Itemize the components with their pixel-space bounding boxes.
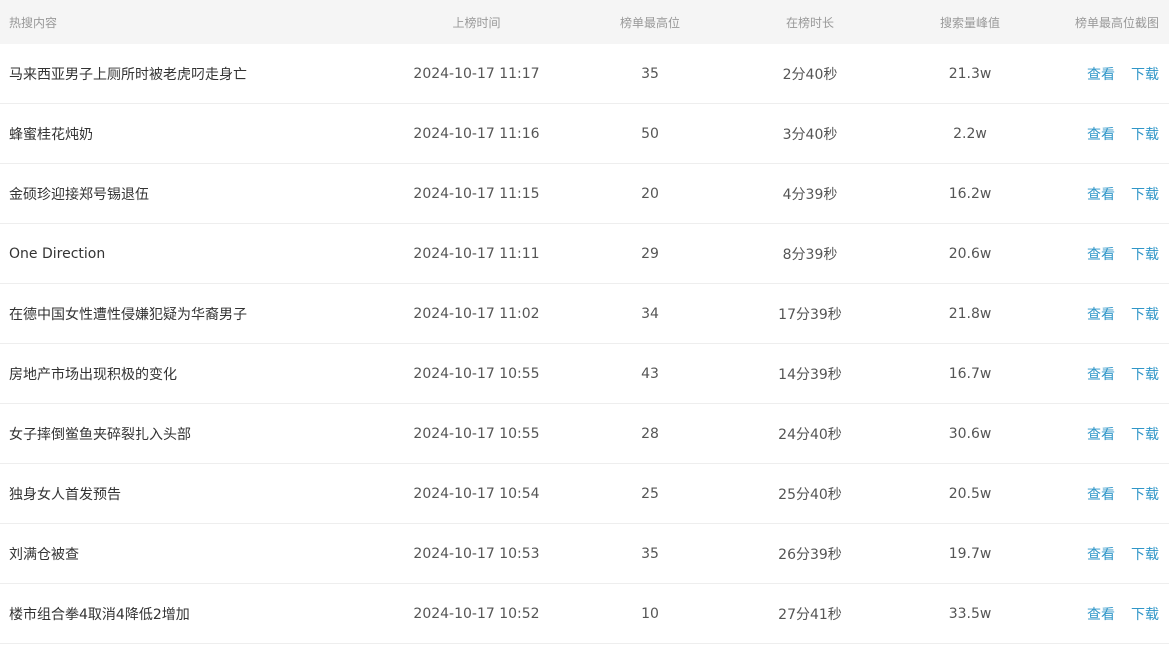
view-link[interactable]: 查看 — [1087, 427, 1115, 443]
view-link[interactable]: 查看 — [1087, 127, 1115, 143]
row-title: 在德中国女性遭性侵嫌犯疑为华裔男子 — [9, 306, 247, 323]
table-row: 蜂蜜桂花炖奶 2024-10-17 11:16 50 3分40秒 2.2w 查看… — [0, 104, 1169, 164]
view-link[interactable]: 查看 — [1087, 607, 1115, 623]
row-rank: 43 — [641, 365, 659, 382]
row-actions: 查看 下载 — [1050, 184, 1169, 204]
row-peak: 21.8w — [948, 305, 992, 322]
row-title: 马来西亚男子上厕所时被老虎叼走身亡 — [9, 66, 247, 83]
row-actions: 查看 下载 — [1050, 484, 1169, 504]
row-duration: 24分40秒 — [778, 426, 842, 443]
row-title: 独身女人首发预告 — [9, 486, 121, 503]
row-title: 房地产市场出现积极的变化 — [9, 366, 177, 383]
row-time: 2024-10-17 11:15 — [413, 185, 540, 202]
row-duration: 14分39秒 — [778, 366, 842, 383]
row-actions: 查看 下载 — [1050, 364, 1169, 384]
row-duration: 8分39秒 — [782, 246, 838, 263]
row-time: 2024-10-17 11:16 — [413, 125, 540, 142]
row-time: 2024-10-17 11:02 — [413, 305, 540, 322]
header-top-rank: 榜单最高位 — [619, 15, 680, 30]
row-time: 2024-10-17 10:55 — [413, 425, 540, 442]
table-row: One Direction 2024-10-17 11:11 29 8分39秒 … — [0, 224, 1169, 284]
header-duration: 在榜时长 — [785, 15, 834, 30]
header-title: 热搜内容 — [9, 15, 58, 30]
download-link[interactable]: 下载 — [1131, 307, 1159, 323]
row-time: 2024-10-17 10:53 — [413, 545, 540, 562]
row-peak: 16.2w — [948, 185, 992, 202]
table-row: 金硕珍迎接郑号锡退伍 2024-10-17 11:15 20 4分39秒 16.… — [0, 164, 1169, 224]
row-rank: 20 — [641, 185, 659, 202]
table-row: 房地产市场出现积极的变化 2024-10-17 10:55 43 14分39秒 … — [0, 344, 1169, 404]
download-link[interactable]: 下载 — [1131, 127, 1159, 143]
row-duration: 17分39秒 — [778, 306, 842, 323]
row-duration: 2分40秒 — [782, 66, 838, 83]
view-link[interactable]: 查看 — [1087, 307, 1115, 323]
table-row: 女子摔倒鲎鱼夹碎裂扎入头部 2024-10-17 10:55 28 24分40秒… — [0, 404, 1169, 464]
download-link[interactable]: 下载 — [1131, 367, 1159, 383]
table-row: 独身女人首发预告 2024-10-17 10:54 25 25分40秒 20.5… — [0, 464, 1169, 524]
view-link[interactable]: 查看 — [1087, 367, 1115, 383]
row-title: One Direction — [9, 245, 106, 262]
download-link[interactable]: 下载 — [1131, 247, 1159, 263]
row-time: 2024-10-17 11:17 — [413, 65, 540, 82]
table-row: 楼市组合拳4取消4降低2增加 2024-10-17 10:52 10 27分41… — [0, 584, 1169, 644]
row-peak: 20.6w — [948, 245, 992, 262]
download-link[interactable]: 下载 — [1131, 427, 1159, 443]
row-duration: 4分39秒 — [782, 186, 838, 203]
view-link[interactable]: 查看 — [1087, 247, 1115, 263]
header-peak: 搜索量峰值 — [939, 15, 1000, 30]
view-link[interactable]: 查看 — [1087, 187, 1115, 203]
view-link[interactable]: 查看 — [1087, 487, 1115, 503]
row-peak: 19.7w — [948, 545, 992, 562]
row-actions: 查看 下载 — [1050, 124, 1169, 144]
row-rank: 35 — [641, 545, 659, 562]
row-rank: 50 — [641, 125, 659, 142]
row-rank: 34 — [641, 305, 659, 322]
row-time: 2024-10-17 10:55 — [413, 365, 540, 382]
row-actions: 查看 下载 — [1050, 604, 1169, 624]
row-duration: 25分40秒 — [778, 486, 842, 503]
download-link[interactable]: 下载 — [1131, 487, 1159, 503]
view-link[interactable]: 查看 — [1087, 67, 1115, 83]
download-link[interactable]: 下载 — [1131, 67, 1159, 83]
table-header: 热搜内容 上榜时间 榜单最高位 在榜时长 搜索量峰值 榜单最高位截图 — [0, 0, 1169, 44]
row-rank: 10 — [641, 605, 659, 622]
row-duration: 27分41秒 — [778, 606, 842, 623]
row-peak: 2.2w — [953, 125, 987, 142]
download-link[interactable]: 下载 — [1131, 547, 1159, 563]
row-title: 金硕珍迎接郑号锡退伍 — [9, 186, 149, 203]
download-link[interactable]: 下载 — [1131, 607, 1159, 623]
row-rank: 35 — [641, 65, 659, 82]
table-row: 在德中国女性遭性侵嫌犯疑为华裔男子 2024-10-17 11:02 34 17… — [0, 284, 1169, 344]
header-time: 上榜时间 — [452, 15, 501, 30]
row-time: 2024-10-17 11:11 — [413, 245, 540, 262]
row-peak: 33.5w — [948, 605, 992, 622]
row-title: 楼市组合拳4取消4降低2增加 — [9, 606, 190, 623]
row-duration: 26分39秒 — [778, 546, 842, 563]
row-time: 2024-10-17 10:52 — [413, 605, 540, 622]
row-duration: 3分40秒 — [782, 126, 838, 143]
row-title: 刘满仓被查 — [9, 546, 79, 563]
header-screenshot: 榜单最高位截图 — [1074, 15, 1159, 30]
row-rank: 25 — [641, 485, 659, 502]
row-rank: 28 — [641, 425, 659, 442]
row-peak: 21.3w — [948, 65, 992, 82]
row-peak: 20.5w — [948, 485, 992, 502]
row-actions: 查看 下载 — [1050, 304, 1169, 324]
table-row: 刘满仓被查 2024-10-17 10:53 35 26分39秒 19.7w 查… — [0, 524, 1169, 584]
row-actions: 查看 下载 — [1050, 64, 1169, 84]
row-rank: 29 — [641, 245, 659, 262]
row-time: 2024-10-17 10:54 — [413, 485, 540, 502]
row-title: 女子摔倒鲎鱼夹碎裂扎入头部 — [9, 426, 191, 443]
view-link[interactable]: 查看 — [1087, 547, 1115, 563]
download-link[interactable]: 下载 — [1131, 187, 1159, 203]
row-actions: 查看 下载 — [1050, 544, 1169, 564]
row-actions: 查看 下载 — [1050, 424, 1169, 444]
hot-search-table: 热搜内容 上榜时间 榜单最高位 在榜时长 搜索量峰值 榜单最高位截图 马来西亚男… — [0, 0, 1169, 646]
row-peak: 30.6w — [948, 425, 992, 442]
row-peak: 16.7w — [948, 365, 992, 382]
row-title: 蜂蜜桂花炖奶 — [9, 126, 93, 143]
table-row: 马来西亚男子上厕所时被老虎叼走身亡 2024-10-17 11:17 35 2分… — [0, 44, 1169, 104]
row-actions: 查看 下载 — [1050, 244, 1169, 264]
